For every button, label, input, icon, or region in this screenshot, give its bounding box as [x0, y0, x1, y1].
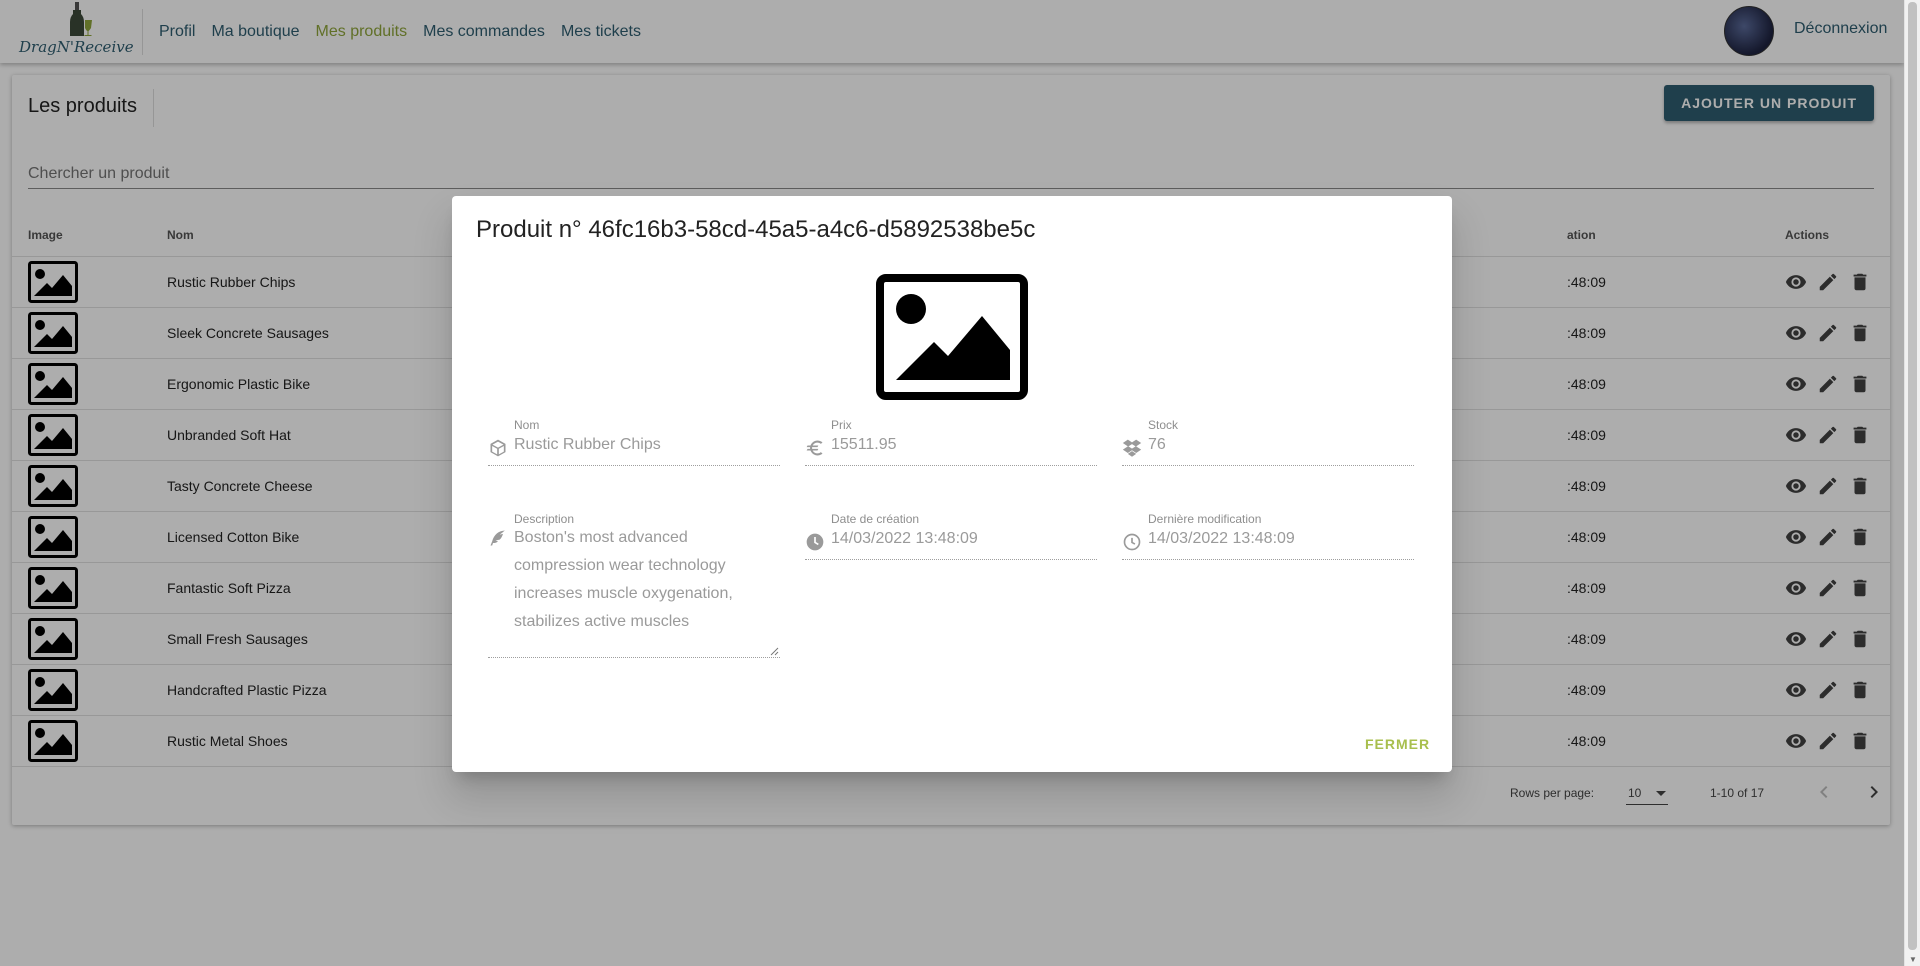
- vertical-scrollbar[interactable]: ▼: [1904, 0, 1920, 966]
- clock-filled-icon: [806, 533, 824, 551]
- euro-icon: [806, 440, 823, 456]
- field-prix[interactable]: Prix 15511.95: [805, 418, 1097, 466]
- field-date-creation-value: 14/03/2022 13:48:09: [831, 530, 978, 547]
- field-prix-value: 15511.95: [831, 436, 897, 453]
- field-nom[interactable]: Nom Rustic Rubber Chips: [488, 418, 780, 466]
- field-stock-label: Stock: [1148, 418, 1179, 432]
- cube-icon: [490, 439, 506, 457]
- field-prix-label: Prix: [831, 418, 852, 432]
- product-image-icon: [876, 274, 1028, 400]
- field-derniere-modification-value: 14/03/2022 13:48:09: [1148, 530, 1295, 547]
- field-description-value: Boston's most advanced compression wear …: [514, 529, 733, 630]
- field-nom-value: Rustic Rubber Chips: [514, 436, 661, 453]
- scroll-down-arrow-icon[interactable]: ▼: [1909, 955, 1917, 964]
- clock-outline-icon: [1123, 533, 1141, 551]
- scrollbar-thumb[interactable]: [1908, 2, 1917, 950]
- field-stock[interactable]: Stock 76: [1122, 418, 1414, 466]
- field-derniere-modification-label: Dernière modification: [1148, 512, 1262, 526]
- field-date-creation[interactable]: Date de création 14/03/2022 13:48:09: [805, 512, 1097, 560]
- field-description[interactable]: Description Boston's most advanced compr…: [488, 512, 780, 658]
- resize-handle-icon[interactable]: [770, 647, 779, 656]
- field-date-creation-label: Date de création: [831, 512, 920, 526]
- field-nom-label: Nom: [514, 418, 540, 432]
- dropbox-icon: [1122, 439, 1142, 457]
- close-dialog-button[interactable]: FERMER: [1365, 736, 1430, 752]
- dialog-title: Produit n° 46fc16b3-58cd-45a5-a4c6-d5892…: [476, 216, 1036, 243]
- product-dialog: Produit n° 46fc16b3-58cd-45a5-a4c6-d5892…: [452, 196, 1452, 772]
- feather-icon: [490, 530, 506, 546]
- field-stock-value: 76: [1148, 436, 1166, 453]
- field-derniere-modification[interactable]: Dernière modification 14/03/2022 13:48:0…: [1122, 512, 1414, 560]
